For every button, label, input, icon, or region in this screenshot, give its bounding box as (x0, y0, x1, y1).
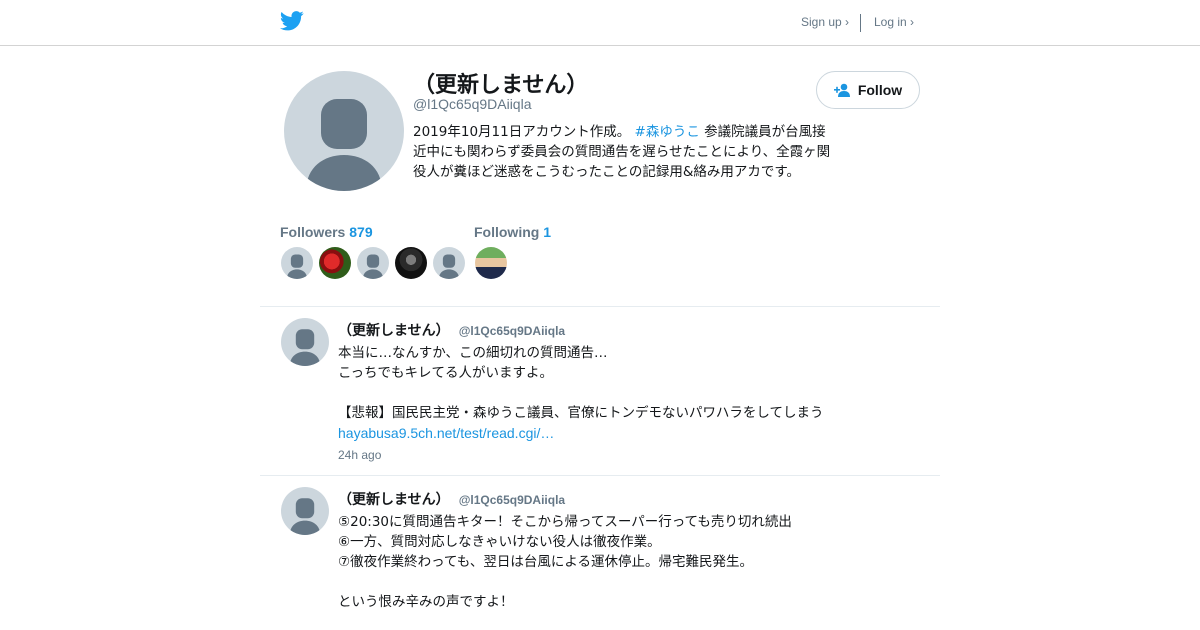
profile-handle[interactable]: @l1Qc65q9DAiiqla (413, 96, 532, 112)
default-user-icon (362, 254, 384, 279)
tweet-line: ⑤20:30に質問通告キター！そこから帰ってスーパー行っても売り切れ続出 (338, 514, 792, 530)
following-label: Following (474, 224, 540, 240)
tweet[interactable]: （更新しません） @l1Qc65q9DAiiqla ⑤20:30に質問通告キター… (260, 476, 940, 630)
tweet-author-handle[interactable]: @l1Qc65q9DAiiqla (459, 324, 565, 338)
twitter-bird-icon[interactable] (280, 11, 304, 31)
follower-avatar[interactable] (433, 247, 465, 279)
tweet-author-name[interactable]: （更新しません） (338, 323, 450, 339)
tweet-line (338, 572, 898, 592)
bio-text: 2019年10月11日アカウント作成。 (413, 124, 631, 140)
tweet-line: 本当に…なんすか、この細切れの質問通告… (338, 345, 608, 361)
profile-header: （更新しません） @l1Qc65q9DAiiqla 2019年10月11日アカウ… (0, 47, 1200, 307)
tweet-header: （更新しません） @l1Qc65q9DAiiqla (338, 489, 565, 509)
tweet-line: という恨み辛みの声ですよ！ (338, 594, 514, 610)
follower-avatar[interactable] (357, 247, 389, 279)
default-user-icon (286, 254, 308, 279)
default-user-icon (438, 254, 460, 279)
tweet[interactable]: （更新しません） @l1Qc65q9DAiiqla 本当に…なんすか、この細切れ… (260, 307, 940, 475)
default-user-icon (306, 99, 382, 191)
tweet-line: ⑥一方、質問対応しなきゃいけない役人は徹夜作業。 (338, 534, 661, 550)
follow-button-label: Follow (857, 82, 903, 98)
tweet-author-handle[interactable]: @l1Qc65q9DAiiqla (459, 493, 565, 507)
follower-avatar[interactable] (281, 247, 313, 279)
tweet-avatar[interactable] (281, 487, 329, 535)
tweet-header: （更新しません） @l1Qc65q9DAiiqla (338, 320, 565, 340)
profile-name: （更新しません） (413, 73, 589, 98)
add-user-icon (833, 83, 850, 97)
tweet-line (338, 383, 898, 403)
following-count: 1 (543, 224, 552, 240)
followers-label: Followers (280, 224, 346, 240)
default-user-icon (289, 329, 321, 366)
default-user-icon (289, 498, 321, 535)
login-link[interactable]: Log in › (874, 15, 914, 29)
following-stat[interactable]: Following 1 (474, 224, 551, 240)
tweet-link[interactable]: hayabusa9.5ch.net/test/read.cgi/… (338, 423, 898, 443)
tweet-text: 本当に…なんすか、この細切れの質問通告… こっちでもキレてる人がいますよ。 【悲… (338, 343, 898, 443)
profile-bio: 2019年10月11日アカウント作成。 #森ゆうこ 参議院議員が台風接近中にも関… (413, 122, 838, 182)
tweet-text: ⑤20:30に質問通告キター！そこから帰ってスーパー行っても売り切れ続出 ⑥一方… (338, 512, 898, 612)
tweet-avatar[interactable] (281, 318, 329, 366)
followers-count: 879 (349, 224, 373, 240)
followers-avatar-list (281, 247, 465, 279)
follow-button[interactable]: Follow (816, 71, 920, 109)
tweet-author-name[interactable]: （更新しません） (338, 492, 450, 508)
follower-avatar[interactable] (395, 247, 427, 279)
follower-avatar[interactable] (319, 247, 351, 279)
tweet-line: こっちでもキレてる人がいますよ。 (338, 365, 554, 381)
tweet-timestamp[interactable]: 24h ago (338, 448, 381, 462)
nav-divider (860, 14, 861, 32)
tweet-line: ⑦徹夜作業終わっても、翌日は台風による運休停止。帰宅難民発生。 (338, 554, 753, 570)
top-bar: Sign up › Log in › (0, 0, 1200, 46)
signup-link[interactable]: Sign up › (801, 15, 849, 29)
bio-hashtag-link[interactable]: #森ゆうこ (635, 124, 700, 140)
profile-avatar[interactable] (284, 71, 404, 191)
following-avatar[interactable] (475, 247, 507, 279)
tweet-line: 【悲報】国民民主党・森ゆうこ議員、官僚にトンデモないパワハラをしてしまう (338, 405, 824, 421)
following-avatar-list (475, 247, 507, 279)
followers-stat[interactable]: Followers 879 (280, 224, 373, 240)
